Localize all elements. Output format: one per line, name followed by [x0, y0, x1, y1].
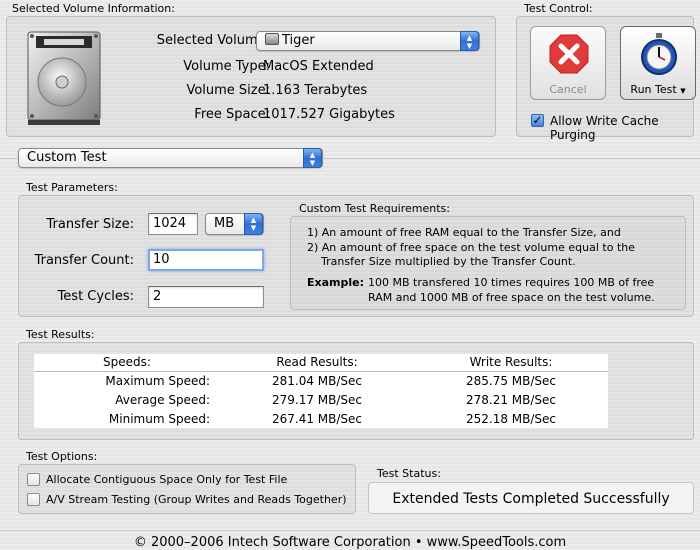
- test-results-title: Test Results:: [26, 328, 95, 341]
- row-label: Minimum Speed:: [108, 411, 210, 426]
- run-test-menu-arrow-icon: ▼: [680, 87, 686, 95]
- write-result: 285.75 MB/Sec: [465, 373, 557, 388]
- footer-divider: [0, 530, 700, 531]
- run-test-button-label: Run Test ▼: [630, 83, 686, 96]
- table-row: Maximum Speed: 281.04 MB/Sec 285.75 MB/S…: [34, 371, 608, 390]
- example-line2: RAM and 1000 MB of free space on the tes…: [368, 291, 655, 304]
- transfer-unit-value: MB: [214, 216, 235, 231]
- volume-type-value: MacOS Extended: [263, 59, 374, 74]
- popup-arrows-icon: ▲ ▼: [303, 148, 322, 168]
- requirement-item-1: 1) An amount of free RAM equal to the Tr…: [307, 226, 621, 239]
- av-stream-label: A/V Stream Testing (Group Writes and Rea…: [46, 493, 347, 506]
- write-result: 278.21 MB/Sec: [465, 392, 557, 407]
- test-parameters-title: Test Parameters:: [26, 181, 118, 194]
- test-cycles-input[interactable]: 2: [148, 286, 264, 308]
- read-result: 279.17 MB/Sec: [271, 392, 363, 407]
- test-options-group: [18, 464, 356, 514]
- column-header-speeds: Speeds:: [34, 354, 220, 372]
- cancel-x-icon: [548, 33, 590, 75]
- hard-drive-icon: [22, 28, 106, 128]
- allow-write-cache-checkbox[interactable]: ✓: [531, 114, 544, 127]
- selected-volume-value: Tiger: [282, 33, 315, 48]
- test-status-box: Extended Tests Completed Successfully: [368, 482, 694, 514]
- transfer-size-input[interactable]: 1024: [148, 213, 198, 235]
- read-result: 267.41 MB/Sec: [271, 411, 363, 426]
- stopwatch-icon: [638, 32, 680, 76]
- write-result: 252.18 MB/Sec: [465, 411, 557, 426]
- cancel-button-label: Cancel: [549, 83, 587, 96]
- selected-volume-popup[interactable]: Tiger ▲ ▼: [256, 31, 480, 51]
- requirement-item-2-line1: 2) An amount of free space on the test v…: [307, 241, 635, 254]
- transfer-unit-popup[interactable]: MB ▲ ▼: [205, 213, 264, 235]
- test-type-popup[interactable]: Custom Test ▲ ▼: [18, 148, 323, 168]
- test-cycles-label: Test Cycles:: [57, 289, 134, 304]
- run-test-button[interactable]: Run Test ▼: [620, 26, 696, 100]
- read-result: 281.04 MB/Sec: [271, 373, 363, 388]
- table-row: Average Speed: 279.17 MB/Sec 278.21 MB/S…: [34, 390, 608, 409]
- popup-arrows-icon: ▲ ▼: [460, 31, 479, 51]
- example-label: Example:: [307, 276, 364, 289]
- column-header-read: Read Results:: [220, 354, 414, 372]
- popup-arrows-icon: ▲ ▼: [244, 213, 263, 235]
- requirement-item-2-line2: Transfer Size multiplied by the Transfer…: [321, 255, 576, 268]
- copyright-footer: © 2000–2006 Intech Software Corporation …: [133, 535, 567, 550]
- requirements-title: Custom Test Requirements:: [299, 202, 450, 215]
- volume-type-label: Volume Type:: [183, 59, 270, 74]
- volume-size-label: Volume Size:: [186, 83, 270, 98]
- test-status-title: Test Status:: [377, 467, 441, 480]
- results-header-row: Speeds: Read Results: Write Results:: [34, 354, 608, 372]
- test-type-value: Custom Test: [27, 150, 107, 165]
- test-control-title: Test Control:: [524, 2, 593, 15]
- volume-small-icon: [265, 33, 279, 45]
- contiguous-space-checkbox[interactable]: [27, 473, 40, 486]
- column-header-write: Write Results:: [414, 354, 608, 372]
- contiguous-space-label: Allocate Contiguous Space Only for Test …: [46, 473, 288, 486]
- selected-volume-label: Selected Volume:: [156, 33, 270, 48]
- free-space-label: Free Space:: [194, 107, 270, 122]
- test-status-text: Extended Tests Completed Successfully: [392, 491, 670, 507]
- row-label: Maximum Speed:: [105, 373, 210, 388]
- table-row: Minimum Speed: 267.41 MB/Sec 252.18 MB/S…: [34, 409, 608, 428]
- transfer-count-label: Transfer Count:: [34, 253, 134, 268]
- test-options-title: Test Options:: [26, 450, 98, 463]
- volume-info-title: Selected Volume Information:: [12, 2, 175, 15]
- av-stream-checkbox[interactable]: [27, 493, 40, 506]
- free-space-value: 1017.527 Gigabytes: [263, 107, 395, 122]
- results-table: Speeds: Read Results: Write Results: Max…: [34, 354, 608, 428]
- example-line1: 100 MB transfered 10 times requires 100 …: [368, 276, 655, 289]
- transfer-count-input[interactable]: 10: [148, 249, 264, 271]
- transfer-size-label: Transfer Size:: [46, 217, 134, 232]
- allow-write-cache-label: Allow Write Cache Purging: [550, 114, 659, 142]
- cancel-button[interactable]: Cancel: [530, 26, 606, 100]
- volume-size-value: 1.163 Terabytes: [263, 83, 368, 98]
- row-label: Average Speed:: [115, 392, 210, 407]
